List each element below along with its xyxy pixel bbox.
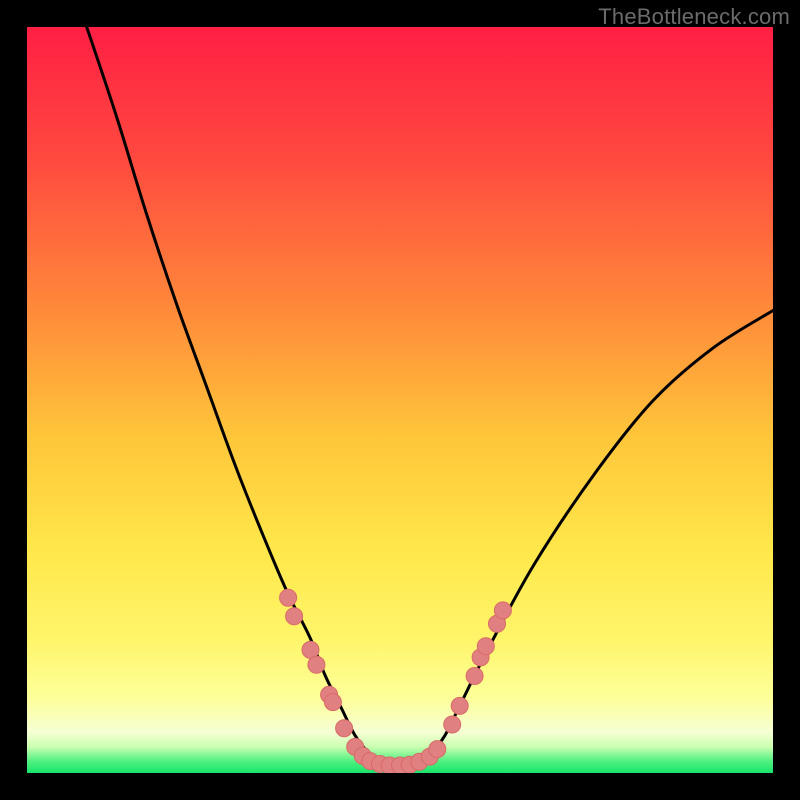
marker-dot — [280, 589, 297, 606]
plot-area — [27, 27, 773, 773]
marker-dot — [286, 608, 303, 625]
marker-dot — [494, 602, 511, 619]
chart-frame: TheBottleneck.com — [0, 0, 800, 800]
highlight-markers — [280, 589, 512, 773]
marker-dot — [308, 656, 325, 673]
watermark-text: TheBottleneck.com — [598, 4, 790, 30]
marker-dot — [324, 694, 341, 711]
marker-dot — [444, 716, 461, 733]
marker-dot — [336, 720, 353, 737]
curve-layer — [27, 27, 773, 773]
bottleneck-curve — [87, 27, 773, 766]
marker-dot — [466, 668, 483, 685]
marker-dot — [451, 697, 468, 714]
marker-dot — [429, 741, 446, 758]
marker-dot — [477, 638, 494, 655]
